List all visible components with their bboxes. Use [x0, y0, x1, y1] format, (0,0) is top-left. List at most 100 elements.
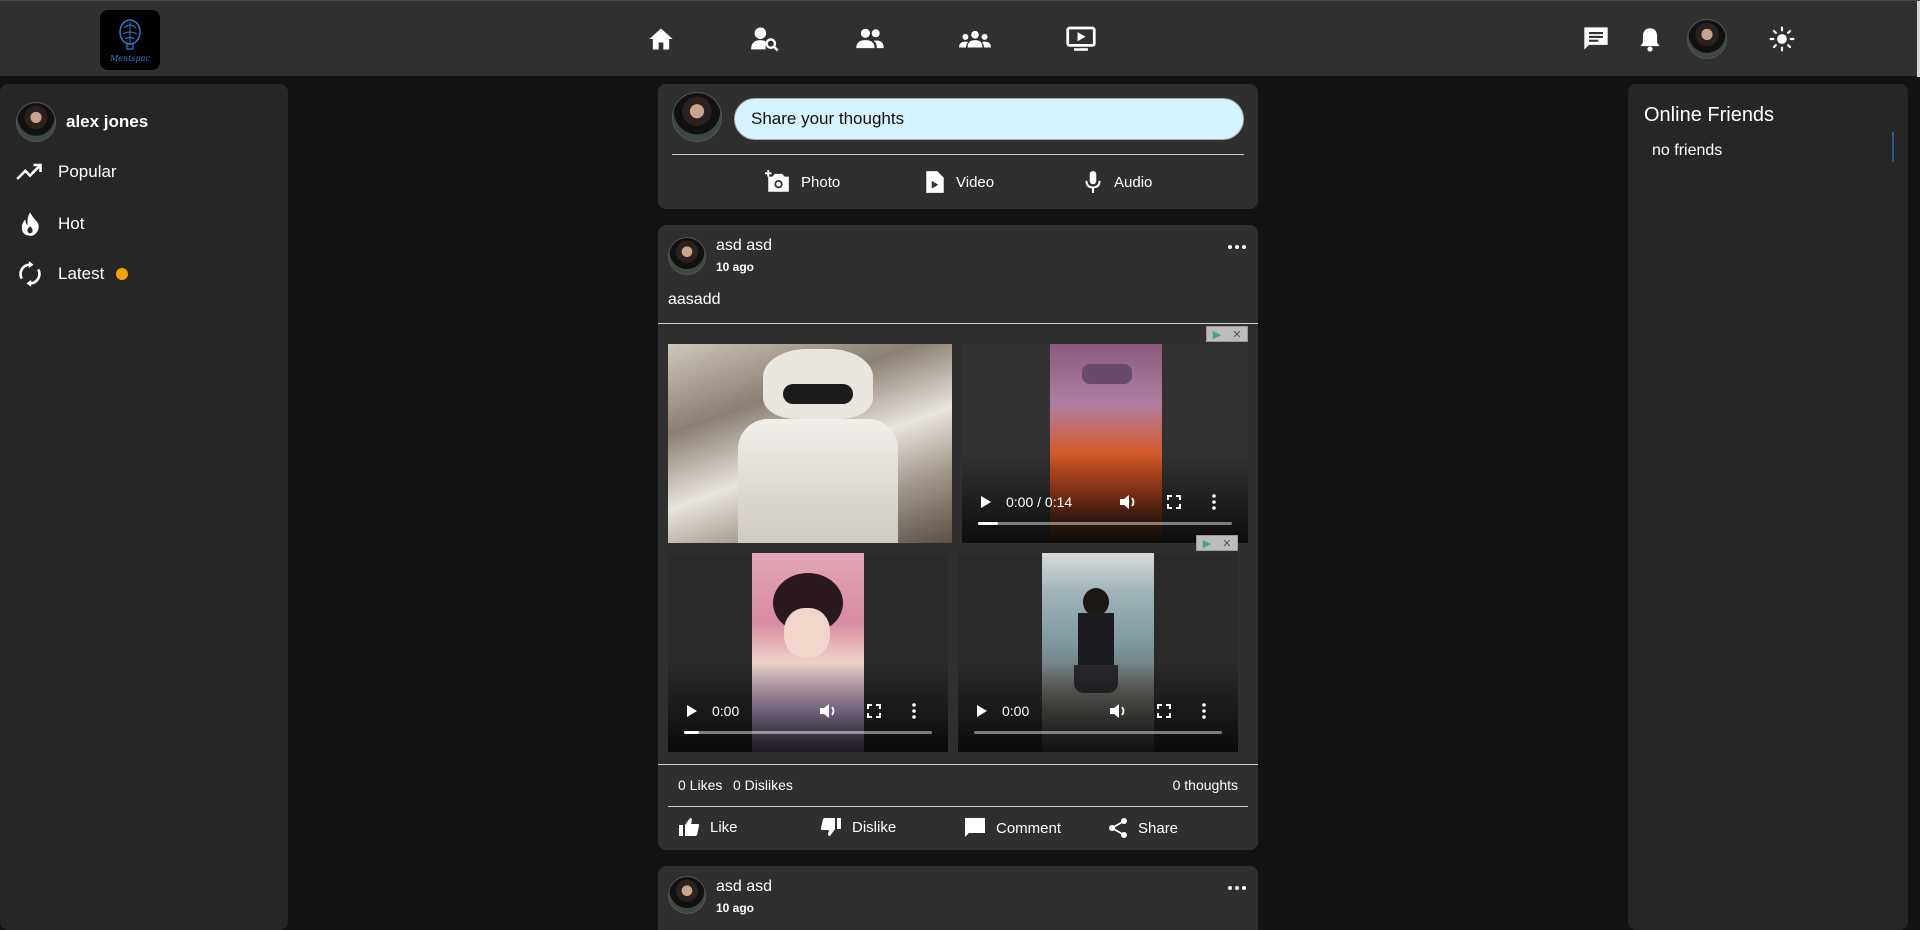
video-controls: 0:00	[668, 662, 948, 752]
comment-icon	[965, 818, 985, 837]
sidebar-profile[interactable]: alex jones	[16, 102, 148, 142]
post-actions-divider	[668, 806, 1248, 807]
new-indicator-dot	[116, 268, 129, 280]
sidebar-item-label: Popular	[58, 162, 117, 181]
share-label: Share	[1138, 819, 1179, 837]
video-progress-bar[interactable]	[974, 731, 1222, 734]
share-icon	[1109, 818, 1127, 838]
like-button[interactable]: Like	[678, 817, 738, 837]
composer-divider	[672, 154, 1244, 155]
notifications-icon[interactable]	[1632, 21, 1668, 57]
play-icon[interactable]	[980, 495, 992, 509]
sidebar-item-label: Latest	[58, 264, 105, 283]
post-author-avatar[interactable]	[668, 876, 706, 914]
post-time: 10 ago	[716, 901, 755, 915]
dislike-button[interactable]: Dislike	[820, 817, 896, 837]
video-progress-bar[interactable]	[978, 522, 1232, 525]
share-button[interactable]: Share	[1108, 817, 1178, 839]
video-options-icon[interactable]	[1212, 494, 1216, 510]
thumbs-up-icon	[679, 818, 700, 836]
post-more-icon[interactable]	[1228, 886, 1246, 890]
fullscreen-icon[interactable]	[1167, 495, 1181, 509]
volume-icon[interactable]	[1119, 494, 1137, 510]
video-time: 0:00 / 0:14	[1006, 494, 1073, 510]
post-image[interactable]	[668, 344, 952, 543]
video-options-icon[interactable]	[1202, 703, 1206, 719]
top-navbar: Mentspac	[0, 0, 1920, 77]
home-icon[interactable]	[643, 21, 679, 57]
composer-avatar	[672, 92, 722, 142]
likes-count[interactable]: 0 Likes	[678, 777, 722, 793]
find-friends-icon[interactable]	[747, 21, 783, 57]
comment-label: Comment	[996, 819, 1062, 837]
video-file-icon	[926, 171, 944, 193]
avatar[interactable]	[1687, 19, 1727, 59]
sidebar-item-label: Hot	[58, 214, 85, 233]
post-composer: Share your thoughts Photo Video Audio	[658, 84, 1258, 209]
post-card: asd asd 10 ago	[658, 866, 1258, 930]
post-video-player[interactable]: 0:00	[958, 553, 1238, 752]
fullscreen-icon[interactable]	[867, 704, 881, 718]
like-label: Like	[710, 818, 738, 836]
messages-icon[interactable]	[1578, 21, 1614, 57]
sidebar-avatar	[16, 102, 56, 142]
microphone-icon	[1085, 171, 1101, 193]
ad-badge[interactable]: ▶ ✕	[1196, 535, 1238, 551]
add-photo-icon	[765, 170, 789, 192]
fullscreen-icon[interactable]	[1157, 704, 1171, 718]
no-friends-text: no friends	[1652, 142, 1723, 159]
video-options-icon[interactable]	[912, 703, 916, 719]
refresh-icon	[19, 261, 41, 287]
ad-badge[interactable]: ▶ ✕	[1206, 326, 1248, 342]
video-label: Video	[956, 173, 995, 191]
sidebar-item-hot[interactable]: Hot	[16, 210, 84, 238]
thumbs-down-icon	[820, 818, 841, 836]
post-media-divider	[658, 323, 1258, 324]
post-video-player[interactable]: 0:00 / 0:14	[962, 344, 1248, 543]
add-audio-button[interactable]: Audio	[1082, 170, 1152, 194]
video-controls: 0:00	[958, 662, 1238, 752]
theme-toggle-icon[interactable]	[1764, 21, 1800, 57]
dislike-label: Dislike	[852, 818, 897, 836]
flame-icon	[21, 212, 39, 236]
photo-label: Photo	[801, 173, 841, 191]
add-photo-button[interactable]: Photo	[765, 170, 840, 194]
share-thoughts-input[interactable]: Share your thoughts	[734, 98, 1244, 140]
volume-icon[interactable]	[819, 703, 837, 719]
play-icon[interactable]	[976, 704, 988, 718]
sidebar-user-name: alex jones	[66, 112, 149, 131]
post-author-name[interactable]: asd asd	[716, 237, 772, 255]
logo-text: Mentspac	[110, 53, 150, 63]
groups-icon[interactable]	[957, 21, 993, 57]
watch-icon[interactable]	[1063, 21, 1099, 57]
post-card: asd asd 10 ago aasadd 0:00 / 0:14 ▶ ✕ 0:…	[658, 225, 1258, 850]
friends-icon[interactable]	[852, 21, 888, 57]
online-friends-panel: Online Friends no friends	[1628, 84, 1908, 930]
dislikes-count[interactable]: 0 Dislikes	[733, 777, 793, 793]
post-text: aasadd	[668, 291, 721, 308]
video-time: 0:00	[1002, 703, 1030, 719]
post-more-icon[interactable]	[1228, 245, 1246, 249]
post-author-avatar[interactable]	[668, 237, 706, 275]
trending-up-icon	[16, 163, 42, 180]
video-progress-bar[interactable]	[684, 731, 932, 734]
brain-logo-icon	[119, 18, 141, 50]
left-sidebar: alex jones Popular Hot Latest	[0, 84, 288, 930]
post-author-name[interactable]: asd asd	[716, 878, 772, 896]
post-stats-divider	[658, 764, 1258, 765]
play-icon[interactable]	[686, 704, 698, 718]
online-friends-title: Online Friends	[1644, 104, 1775, 126]
volume-icon[interactable]	[1109, 703, 1127, 719]
sidebar-item-popular[interactable]: Popular	[16, 162, 117, 182]
video-time: 0:00	[712, 703, 740, 719]
post-time: 10 ago	[716, 260, 755, 274]
thoughts-count[interactable]: 0 thoughts	[1173, 777, 1238, 793]
comment-button[interactable]: Comment	[964, 817, 1061, 839]
add-video-button[interactable]: Video	[924, 170, 994, 194]
audio-label: Audio	[1114, 173, 1153, 191]
app-logo[interactable]: Mentspac	[100, 10, 160, 70]
video-controls: 0:00 / 0:14	[962, 453, 1248, 543]
friends-list-scrollbar[interactable]	[1892, 132, 1894, 162]
sidebar-item-latest[interactable]: Latest	[16, 260, 129, 288]
post-video-player[interactable]: 0:00	[668, 553, 948, 752]
